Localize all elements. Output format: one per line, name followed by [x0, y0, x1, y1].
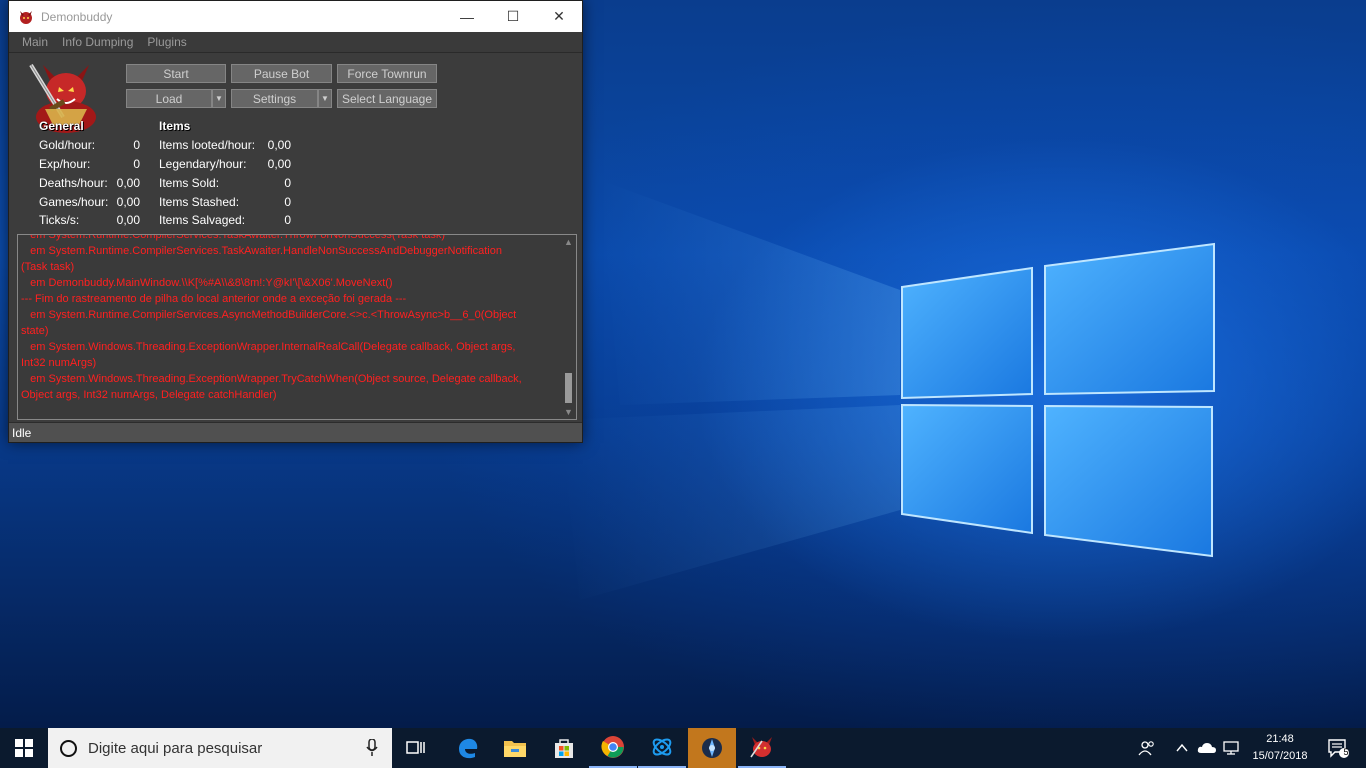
gold-hour-label: Gold/hour:: [39, 138, 96, 152]
items-looted-value: 0,00: [267, 138, 291, 152]
pause-bot-button[interactable]: Pause Bot: [231, 64, 332, 83]
general-heading: General: [39, 119, 84, 133]
legendary-hour-label: Legendary/hour:: [159, 157, 247, 171]
search-placeholder: Digite aqui para pesquisar: [88, 739, 263, 757]
demonbuddy-window: Demonbuddy — ☐ ✕ Main Info Dumping Plugi…: [8, 0, 583, 443]
notification-count: 5: [1343, 747, 1349, 757]
chrome-taskbar-button[interactable]: [589, 728, 637, 768]
gold-hour-value: 0: [133, 138, 140, 152]
diablo-taskbar-button[interactable]: [688, 728, 736, 768]
ticks-value: 0,00: [116, 213, 140, 227]
games-hour-value: 0,00: [116, 195, 140, 209]
start-button[interactable]: Start: [126, 64, 226, 83]
menu-bar: Main Info Dumping Plugins: [9, 32, 582, 53]
close-icon: ✕: [553, 8, 565, 24]
battlenet-icon: [652, 738, 672, 756]
items-salvaged-value: 0: [284, 213, 291, 227]
maximize-icon: ☐: [506, 8, 520, 24]
file-explorer-icon: [504, 741, 526, 757]
deaths-hour-value: 0,00: [116, 176, 140, 190]
cortana-icon: [60, 739, 77, 757]
force-townrun-button[interactable]: Force Townrun: [337, 64, 437, 83]
demonbuddy-app-icon: [20, 10, 32, 24]
items-stashed-label: Items Stashed:: [159, 195, 240, 209]
items-heading: Items: [159, 119, 191, 133]
settings-button[interactable]: Settings: [231, 89, 318, 108]
onedrive-button[interactable]: [1196, 728, 1218, 768]
window-title: Demonbuddy: [41, 9, 113, 24]
log-scrollbar[interactable]: ▲ ▼: [562, 235, 576, 419]
status-bar: Idle: [9, 422, 582, 442]
chrome-icon: [601, 736, 624, 758]
network-ethernet-icon: [1223, 741, 1239, 755]
menu-main[interactable]: Main: [15, 35, 55, 49]
load-button[interactable]: Load: [126, 89, 212, 108]
clock-date: 15/07/2018: [1252, 750, 1308, 762]
ticks-label: Ticks/s:: [39, 213, 80, 227]
taskbar: Digite aqui para pesquisar 21:48 15/07/2…: [0, 728, 1366, 768]
demonbuddy-taskbar-button[interactable]: [738, 728, 786, 768]
scroll-thumb[interactable]: [565, 373, 572, 403]
scroll-up-icon[interactable]: ▲: [564, 237, 573, 247]
exp-hour-label: Exp/hour:: [39, 157, 91, 171]
onedrive-cloud-icon: [1197, 743, 1216, 753]
clock-time: 21:48: [1266, 733, 1294, 745]
windows-start-icon: [15, 739, 33, 757]
minimize-button[interactable]: —: [444, 1, 490, 32]
store-icon: [555, 739, 573, 758]
log-text: em System.Runtime.CompilerServices.TaskA…: [21, 234, 522, 401]
file-explorer-taskbar-button[interactable]: [491, 728, 539, 768]
items-stashed-value: 0: [284, 195, 291, 209]
items-sold-label: Items Sold:: [159, 176, 220, 190]
settings-dropdown-icon[interactable]: ▼: [318, 89, 332, 108]
exp-hour-value: 0: [133, 157, 140, 171]
menu-info-dumping[interactable]: Info Dumping: [55, 35, 140, 49]
maximize-button[interactable]: ☐: [490, 1, 536, 32]
close-button[interactable]: ✕: [536, 1, 582, 32]
load-dropdown-icon[interactable]: ▼: [212, 89, 226, 108]
action-center-button[interactable]: 5: [1318, 728, 1358, 768]
select-language-button[interactable]: Select Language: [337, 89, 437, 108]
start-button[interactable]: [0, 728, 48, 768]
battlenet-taskbar-button[interactable]: [638, 728, 686, 768]
items-looted-label: Items looted/hour:: [159, 138, 256, 152]
store-taskbar-button[interactable]: [540, 728, 588, 768]
edge-icon: [459, 738, 478, 759]
microphone-icon[interactable]: [366, 739, 378, 757]
chevron-up-icon: [1176, 743, 1188, 752]
edge-taskbar-button[interactable]: [444, 728, 492, 768]
menu-plugins[interactable]: Plugins: [140, 35, 193, 49]
minimize-icon: —: [460, 8, 474, 25]
network-button[interactable]: [1220, 728, 1242, 768]
items-sold-value: 0: [284, 176, 291, 190]
deaths-hour-label: Deaths/hour:: [39, 176, 108, 190]
title-bar[interactable]: Demonbuddy — ☐ ✕: [9, 1, 582, 32]
search-box[interactable]: Digite aqui para pesquisar: [48, 728, 392, 768]
show-hidden-icons-button[interactable]: [1172, 728, 1192, 768]
games-hour-label: Games/hour:: [39, 195, 109, 209]
demonbuddy-icon: [750, 737, 772, 758]
diablo-icon: [702, 738, 722, 758]
log-output[interactable]: em System.Runtime.CompilerServices.TaskA…: [17, 234, 577, 420]
task-view-button[interactable]: [392, 728, 440, 768]
system-clock[interactable]: 21:48 15/07/2018: [1244, 731, 1316, 765]
task-view-icon: [406, 741, 425, 754]
items-salvaged-label: Items Salvaged:: [159, 213, 246, 227]
scroll-down-icon[interactable]: ▼: [564, 407, 573, 417]
people-button[interactable]: [1133, 728, 1161, 768]
legendary-hour-value: 0,00: [267, 157, 291, 171]
people-icon: [1138, 741, 1154, 756]
